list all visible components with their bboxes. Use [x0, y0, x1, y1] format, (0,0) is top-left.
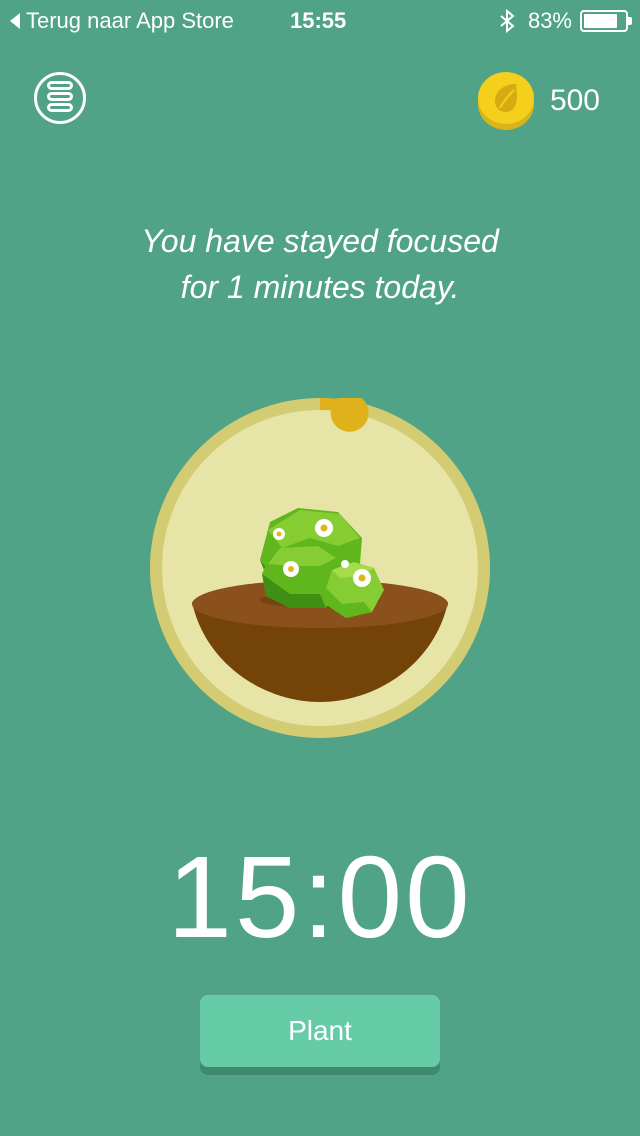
back-to-app-store[interactable]: Terug naar App Store — [10, 8, 234, 34]
focus-message-line-1: You have stayed focused — [141, 223, 499, 259]
status-time: 15:55 — [290, 8, 347, 33]
timer-display: 15:00 — [167, 832, 473, 962]
back-arrow-icon — [10, 13, 20, 29]
forest-app-screen: Terug naar App Store 15:55 83% 500 You h… — [0, 0, 640, 1136]
back-label: Terug naar App Store — [26, 8, 234, 33]
menu-icon-line-2 — [47, 92, 73, 101]
focus-message-line-2: for 1 minutes today. — [180, 269, 460, 305]
coin-count: 500 — [549, 84, 600, 117]
battery-icon — [580, 10, 632, 32]
menu-icon — [47, 81, 73, 90]
menu-button[interactable] — [34, 72, 86, 124]
leaf-icon — [494, 84, 517, 112]
status-bar: Terug naar App Store 15:55 83% — [0, 0, 640, 40]
battery-fill — [584, 14, 618, 28]
focus-message: You have stayed focused for 1 minutes to… — [0, 218, 640, 310]
coin-icon — [477, 72, 534, 130]
coin-balance[interactable]: 500 — [477, 72, 600, 130]
status-right: 83% — [496, 8, 632, 34]
tree-timer-circle[interactable] — [150, 398, 490, 738]
battery-percent: 83% — [527, 8, 572, 33]
menu-icon-line-3 — [47, 103, 73, 112]
plant-button[interactable]: Plant — [200, 995, 440, 1067]
bluetooth-icon — [500, 9, 515, 33]
